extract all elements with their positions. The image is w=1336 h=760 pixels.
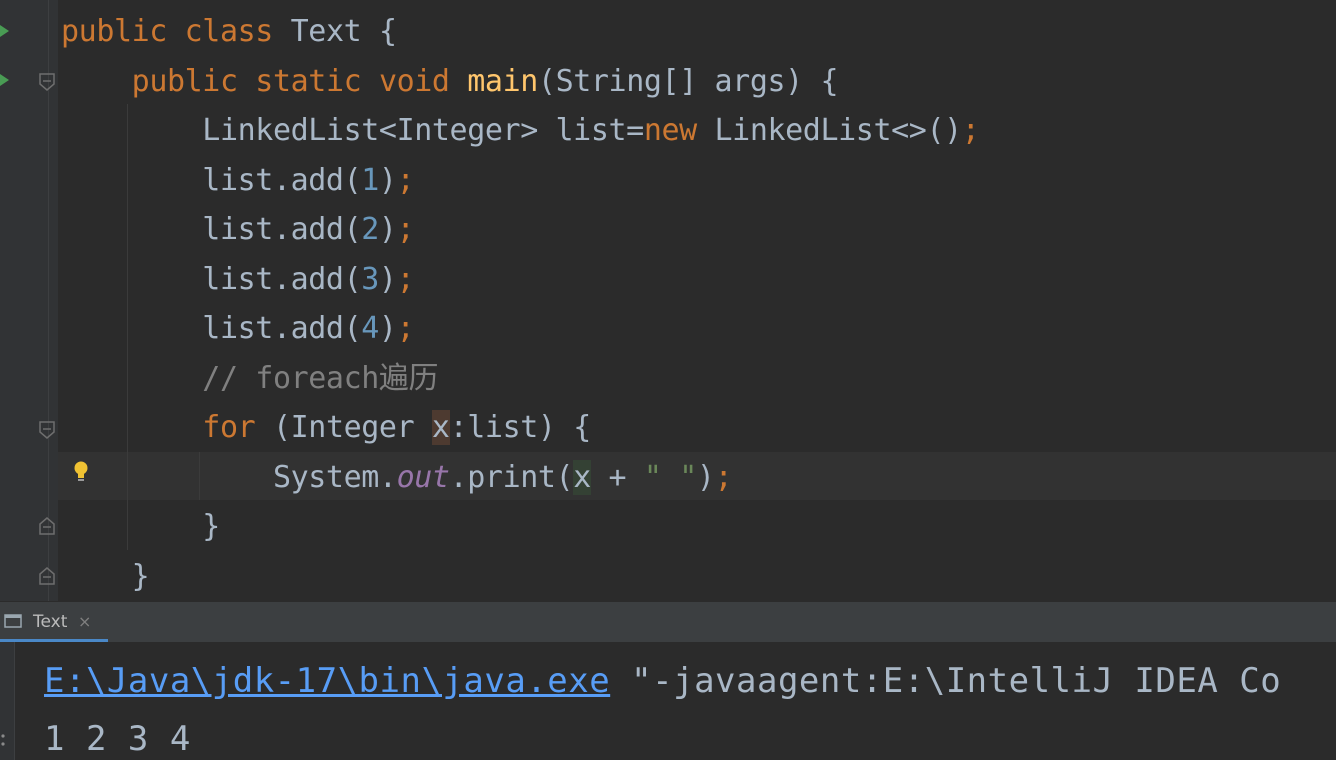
code-token: ;	[396, 212, 415, 247]
console-text: E:\Java\jdk-17\bin\java.exe "-javaagent:…	[44, 652, 1281, 760]
code-token: }	[61, 509, 220, 544]
code-token: 4	[361, 311, 379, 346]
fold-open-icon[interactable]	[38, 72, 56, 92]
code-token: )	[378, 162, 397, 198]
code-token: out	[396, 459, 450, 495]
code-token: )	[696, 459, 715, 495]
code-token: ;	[714, 459, 733, 495]
code-token: x	[431, 410, 450, 445]
code-token: System.	[61, 459, 397, 495]
code-line[interactable]: // foreach遍历	[61, 354, 979, 404]
code-token: (String[] args) {	[537, 63, 839, 99]
code-token: 1	[361, 162, 379, 198]
code-token: static	[255, 63, 379, 99]
code-token: for	[202, 410, 273, 445]
code-line[interactable]: list.add(4);	[61, 304, 979, 354]
console-output[interactable]: E:\Java\jdk-17\bin\java.exe "-javaagent:…	[0, 642, 1336, 760]
code-token: main	[467, 63, 538, 99]
code-token: 2	[361, 212, 379, 247]
code-token: Text	[290, 14, 379, 49]
code-token: list.add(	[61, 261, 362, 297]
code-token: x	[573, 459, 591, 495]
console-tab-icon	[4, 614, 22, 628]
code-token: ;	[396, 261, 415, 297]
code-token: {	[378, 14, 397, 49]
code-line[interactable]: public class Text {	[61, 7, 979, 57]
code-token: :list) {	[449, 410, 592, 445]
run-tab-text[interactable]: Text ×	[0, 602, 108, 642]
code-token: new	[643, 113, 715, 148]
code-token: list.add(	[61, 212, 362, 247]
code-token: class	[184, 14, 291, 49]
code-text[interactable]: public class Text { public static void m…	[61, 7, 980, 602]
code-token: )	[378, 212, 397, 247]
program-output: 1 2 3 4	[44, 719, 191, 759]
code-line[interactable]: }	[61, 552, 979, 602]
fold-open-icon[interactable]	[38, 420, 56, 440]
code-line[interactable]: public static void main(String[] args) {	[61, 57, 979, 107]
run-tab-label: Text	[33, 612, 68, 632]
code-token: // foreach遍历	[202, 360, 439, 396]
code-token: ;	[961, 113, 980, 148]
code-token: public	[131, 63, 256, 99]
code-token: LinkedList<>()	[714, 113, 963, 148]
run-class-icon[interactable]	[0, 25, 9, 37]
code-token: void	[378, 63, 468, 99]
code-token: " "	[643, 459, 697, 495]
console-command-args: "-javaagent:E:\IntelliJ IDEA Co	[610, 661, 1282, 701]
code-line[interactable]: list.add(3);	[61, 255, 979, 305]
code-token: }	[61, 558, 150, 594]
code-line[interactable]: list.add(2);	[61, 205, 979, 255]
code-token: +	[590, 459, 644, 495]
run-main-icon[interactable]	[0, 74, 9, 86]
code-line[interactable]: System.out.print(x + " ");	[61, 453, 979, 503]
code-token: .print(	[449, 459, 574, 495]
fold-close-icon[interactable]	[38, 516, 56, 536]
java-exe-link[interactable]: E:\Java\jdk-17\bin\java.exe	[44, 661, 610, 701]
code-token: )	[378, 261, 397, 297]
code-token: public	[61, 14, 185, 49]
code-line[interactable]: LinkedList<Integer> list=new LinkedList<…	[61, 106, 980, 156]
code-line[interactable]: list.add(1);	[61, 156, 979, 206]
scroll-handle-icon[interactable]	[0, 730, 6, 760]
close-icon[interactable]: ×	[78, 612, 91, 631]
code-token: ;	[396, 311, 415, 346]
code-line[interactable]: for (Integer x:list) {	[61, 403, 979, 453]
run-toolwindow-header: Text ×	[0, 601, 1336, 642]
fold-close-icon[interactable]	[38, 566, 56, 586]
code-editor[interactable]: public class Text { public static void m…	[0, 0, 1336, 601]
code-line[interactable]: }	[61, 502, 979, 552]
code-token: ;	[396, 162, 415, 198]
code-token: )	[378, 311, 397, 346]
code-token: LinkedList<Integer> list=	[61, 113, 644, 148]
code-token: (Integer	[272, 410, 432, 445]
code-token: 3	[361, 261, 379, 297]
code-token: list.add(	[61, 162, 362, 198]
code-token: list.add(	[61, 311, 362, 346]
